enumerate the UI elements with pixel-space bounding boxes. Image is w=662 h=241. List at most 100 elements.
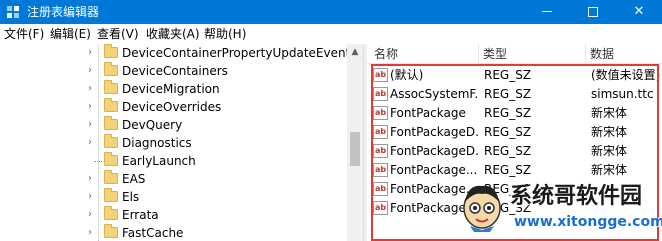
folder-icon: [104, 152, 118, 166]
chevron-right-icon[interactable]: ›: [88, 173, 92, 185]
regedit-icon: [7, 6, 19, 18]
folder-icon: [104, 62, 118, 76]
folder-icon: [104, 170, 118, 184]
tree-item-label: Els: [122, 190, 140, 204]
tree-item[interactable]: › DeviceContainers: [0, 62, 347, 80]
value-row[interactable]: ab FontPackageD... REG_SZ 新宋体: [367, 123, 662, 142]
maximize-icon: [588, 6, 598, 17]
menu-favorites[interactable]: 收藏夹(A): [146, 27, 200, 41]
menu-file[interactable]: 文件(F): [4, 27, 44, 41]
column-divider[interactable]: [585, 44, 586, 64]
value-data: 新宋体: [591, 125, 628, 139]
scroll-up-arrow-icon[interactable]: ▲: [347, 44, 363, 60]
tree-scrollbar[interactable]: ▲: [347, 44, 363, 241]
folder-icon: [104, 98, 118, 112]
string-value-icon: ab: [373, 106, 388, 120]
tree-item[interactable]: › Diagnostics: [0, 134, 347, 152]
tree-item[interactable]: › DevQuery: [0, 116, 347, 134]
column-name-header[interactable]: 名称: [374, 47, 398, 61]
minimize-button[interactable]: [524, 0, 570, 24]
menu-bar: 文件(F) 编辑(E) 查看(V) 收藏夹(A) 帮助(H): [0, 24, 662, 44]
value-name: AssocSystemF...: [390, 87, 478, 101]
menu-view[interactable]: 查看(V): [97, 27, 139, 41]
string-value-icon: ab: [373, 201, 388, 215]
value-type: REG_SZ: [484, 144, 532, 158]
menu-help[interactable]: 帮助(H): [204, 27, 246, 41]
column-type-header[interactable]: 类型: [483, 47, 507, 61]
chevron-right-icon[interactable]: ›: [88, 227, 92, 239]
value-data: 新宋体: [591, 106, 628, 120]
value-type: REG_SZ: [484, 106, 532, 120]
tree-item[interactable]: › FastCache: [0, 224, 347, 241]
value-data: 新宋体: [591, 163, 628, 177]
value-row[interactable]: ab (默认) REG_SZ (数值未设置): [367, 66, 662, 85]
string-value-icon: ab: [373, 68, 388, 82]
tree-item[interactable]: › EAS: [0, 170, 347, 188]
watermark-url: www.xitongge.com: [514, 214, 662, 230]
tree-item-label: DevQuery: [122, 118, 183, 132]
column-header: 名称 类型 数据: [367, 44, 662, 64]
value-name: FontPackageD...: [390, 144, 478, 158]
value-name: (默认): [390, 68, 424, 82]
tree-item[interactable]: › DeviceMigration: [0, 80, 347, 98]
tree-connector: [94, 161, 102, 162]
string-value-icon: ab: [373, 163, 388, 177]
value-row[interactable]: ab FontPackage REG_SZ 新宋体: [367, 104, 662, 123]
watermark: 系统哥软件园 www.xitongge.com: [458, 180, 662, 241]
tree-item-label: DeviceMigration: [122, 82, 220, 96]
tree-item-label: EarlyLaunch: [122, 154, 196, 168]
value-type: REG_SZ: [484, 163, 532, 177]
minimize-icon: [542, 11, 552, 12]
key-tree: › DeviceContainerPropertyUpdateEvents › …: [0, 44, 363, 241]
chevron-right-icon[interactable]: ›: [88, 137, 92, 149]
tree-item[interactable]: › Els: [0, 188, 347, 206]
watermark-mascot-icon: [463, 185, 501, 232]
folder-icon: [104, 80, 118, 94]
value-row[interactable]: ab AssocSystemF... REG_SZ simsun.ttc: [367, 85, 662, 104]
value-type: REG_SZ: [484, 125, 532, 139]
close-button[interactable]: ✕: [616, 0, 662, 24]
tree-item[interactable]: EarlyLaunch: [0, 152, 347, 170]
tree-item[interactable]: › DeviceContainerPropertyUpdateEvents: [0, 44, 357, 62]
menu-edit[interactable]: 编辑(E): [50, 27, 91, 41]
folder-icon: [104, 134, 118, 148]
value-data: simsun.ttc: [591, 87, 654, 101]
value-name: FontPackage...: [390, 163, 478, 177]
watermark-title: 系统哥软件园: [510, 184, 643, 209]
column-divider[interactable]: [478, 44, 479, 64]
title-bar: 注册表编辑器 ✕: [0, 0, 662, 24]
tree-item-label: DeviceContainers: [122, 64, 228, 78]
string-value-icon: ab: [373, 125, 388, 139]
tree-item-label: DeviceContainerPropertyUpdateEvents: [122, 46, 357, 60]
string-value-icon: ab: [373, 144, 388, 158]
chevron-right-icon[interactable]: ›: [88, 65, 92, 77]
scroll-thumb[interactable]: [350, 132, 360, 166]
folder-icon: [104, 206, 118, 220]
chevron-right-icon[interactable]: ›: [88, 83, 92, 95]
value-name: FontPackage: [390, 106, 466, 120]
chevron-right-icon[interactable]: ›: [88, 47, 92, 59]
value-row[interactable]: ab FontPackageD... REG_SZ 新宋体: [367, 142, 662, 161]
tree-item[interactable]: › DeviceOverrides: [0, 98, 347, 116]
string-value-icon: ab: [373, 87, 388, 101]
value-type: REG_SZ: [484, 68, 532, 82]
chevron-right-icon[interactable]: ›: [88, 191, 92, 203]
tree-item[interactable]: › Errata: [0, 206, 347, 224]
tree-item-label: DeviceOverrides: [122, 100, 222, 114]
folder-icon: [104, 224, 118, 238]
window-title: 注册表编辑器: [27, 5, 100, 19]
value-data: 新宋体: [591, 144, 628, 158]
tree-item-label: EAS: [122, 172, 146, 186]
string-value-icon: ab: [373, 182, 388, 196]
chevron-right-icon[interactable]: ›: [88, 119, 92, 131]
tree-item-label: Errata: [122, 208, 159, 222]
column-data-header[interactable]: 数据: [590, 47, 614, 61]
chevron-right-icon[interactable]: ›: [88, 209, 92, 221]
folder-icon: [104, 44, 118, 58]
maximize-button[interactable]: [570, 0, 616, 24]
chevron-right-icon[interactable]: ›: [88, 101, 92, 113]
value-row[interactable]: ab FontPackage... REG_SZ 新宋体: [367, 161, 662, 180]
value-data: (数值未设置): [591, 68, 661, 82]
close-icon: ✕: [633, 4, 645, 19]
folder-icon: [104, 188, 118, 202]
